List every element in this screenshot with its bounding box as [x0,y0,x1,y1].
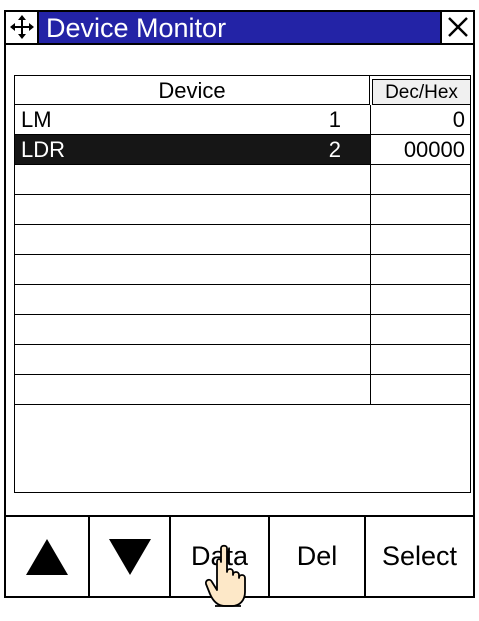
window-title: Device Monitor [46,13,227,43]
column-divider [370,255,371,285]
close-x-icon [448,17,468,37]
table-row[interactable] [15,375,470,405]
hand-pointer-icon [204,544,246,607]
column-header-device: Device [15,76,370,105]
table-row[interactable] [15,165,470,195]
device-value: 00000 [371,135,465,164]
device-table: Device Dec/Hex LM 1 0 LDR 2 00000 [14,75,471,493]
table-row[interactable] [15,255,470,285]
column-divider [370,165,371,195]
column-divider [370,285,371,315]
triangle-down-icon [108,538,151,575]
table-empty-area [15,405,470,492]
column-divider [370,225,371,255]
delete-button[interactable]: Del [270,517,366,596]
column-divider [370,315,371,345]
column-divider [370,345,371,375]
close-button[interactable] [440,12,473,43]
device-monitor-window: Device Monitor Device Dec/Hex LM 1 0 LDR… [4,10,475,598]
table-row[interactable] [15,195,470,225]
move-arrows-icon [10,15,34,39]
device-number: 1 [328,107,341,132]
table-row[interactable] [15,345,470,375]
table-row[interactable] [15,285,470,315]
table-row-selected[interactable]: LDR 2 00000 [15,135,470,165]
table-row[interactable] [15,315,470,345]
title-bar[interactable]: Device Monitor [6,12,473,45]
table-row[interactable]: LM 1 0 [15,105,470,135]
scroll-down-button[interactable] [90,517,171,596]
table-row[interactable] [15,225,470,255]
device-number: 2 [328,137,341,162]
scroll-up-button[interactable] [6,517,90,596]
select-button[interactable]: Select [366,517,473,596]
triangle-up-icon [26,538,68,575]
column-divider [370,195,371,225]
column-divider [370,375,371,405]
device-value: 0 [371,105,465,134]
move-button[interactable] [6,12,39,43]
dec-hex-toggle-button[interactable]: Dec/Hex [372,79,470,105]
